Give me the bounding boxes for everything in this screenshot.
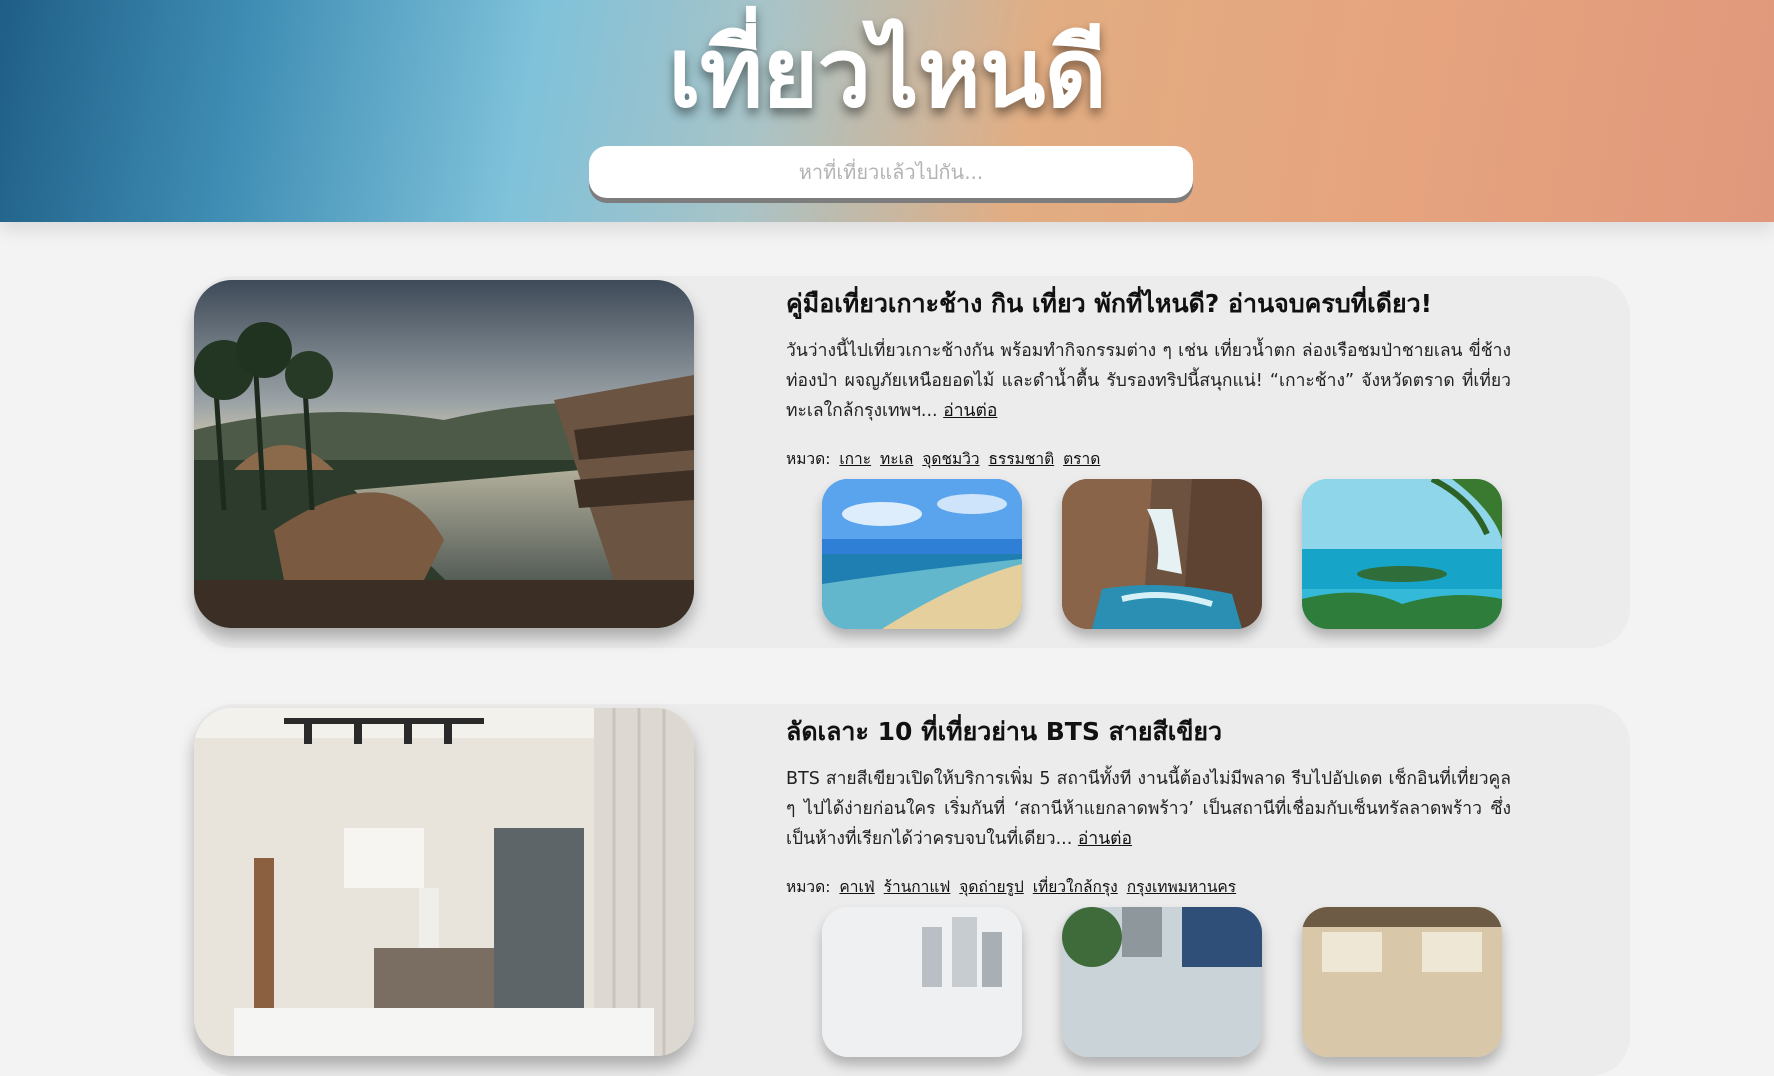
article-title[interactable]: คู่มือเที่ยวเกาะช้าง กิน เที่ยว พักที่ไห…	[786, 284, 1566, 324]
article-card: ลัดเลาะ 10 ที่เที่ยวย่าน BTS สายสีเขียว …	[194, 704, 1630, 1076]
read-more-link[interactable]: อ่านต่อ	[1078, 829, 1132, 849]
tag-link[interactable]: เกาะ	[839, 450, 871, 468]
gallery-thumbnail-city[interactable]	[822, 907, 1022, 1057]
article-description: วันว่างนี้ไปเที่ยวเกาะช้างกัน พร้อมทำกิจ…	[786, 336, 1511, 428]
site-header: เที่ยวไหนดี	[0, 0, 1774, 222]
gallery-thumbnail-street[interactable]	[1062, 907, 1262, 1057]
article-main-image[interactable]	[194, 708, 694, 1056]
tag-link[interactable]: ทะเล	[880, 450, 913, 468]
article-tags: หมวด: คาเฟ่ ร้านกาแฟ จุดถ่ายรูป เที่ยวใก…	[786, 874, 1566, 899]
search-input[interactable]	[589, 146, 1193, 198]
tag-link[interactable]: คาเฟ่	[839, 878, 874, 896]
tag-link[interactable]: เที่ยวใกล้กรุง	[1033, 878, 1118, 896]
tag-link[interactable]: กรุงเทพมหานคร	[1127, 878, 1236, 896]
site-title: เที่ยวไหนดี	[668, 17, 1107, 129]
article-description: BTS สายสีเขียวเปิดให้บริการเพิ่ม 5 สถานี…	[786, 764, 1511, 856]
read-more-link[interactable]: อ่านต่อ	[943, 401, 997, 421]
article-description-text: BTS สายสีเขียวเปิดให้บริการเพิ่ม 5 สถานี…	[786, 769, 1511, 849]
category-label: หมวด:	[786, 450, 831, 468]
gallery-thumbnail-beach[interactable]	[822, 479, 1022, 629]
article-main-image[interactable]	[194, 280, 694, 628]
article-description-text: วันว่างนี้ไปเที่ยวเกาะช้างกัน พร้อมทำกิจ…	[786, 341, 1511, 421]
tag-link[interactable]: จุดชมวิว	[922, 450, 979, 468]
article-tags: หมวด: เกาะ ทะเล จุดชมวิว ธรรมชาติ ตราด	[786, 446, 1566, 471]
tag-link[interactable]: ธรรมชาติ	[989, 450, 1055, 468]
article-card: คู่มือเที่ยวเกาะช้าง กิน เที่ยว พักที่ไห…	[194, 276, 1630, 648]
tag-link[interactable]: ร้านกาแฟ	[884, 878, 951, 896]
gallery-thumbnail-island[interactable]	[1302, 479, 1502, 629]
article-title[interactable]: ลัดเลาะ 10 ที่เที่ยวย่าน BTS สายสีเขียว	[786, 712, 1566, 752]
gallery-thumbnail-interior[interactable]	[1302, 907, 1502, 1057]
tag-link[interactable]: จุดถ่ายรูป	[959, 878, 1023, 896]
category-label: หมวด:	[786, 878, 831, 896]
gallery-thumbnail-waterfall[interactable]	[1062, 479, 1262, 629]
tag-link[interactable]: ตราด	[1063, 450, 1100, 468]
